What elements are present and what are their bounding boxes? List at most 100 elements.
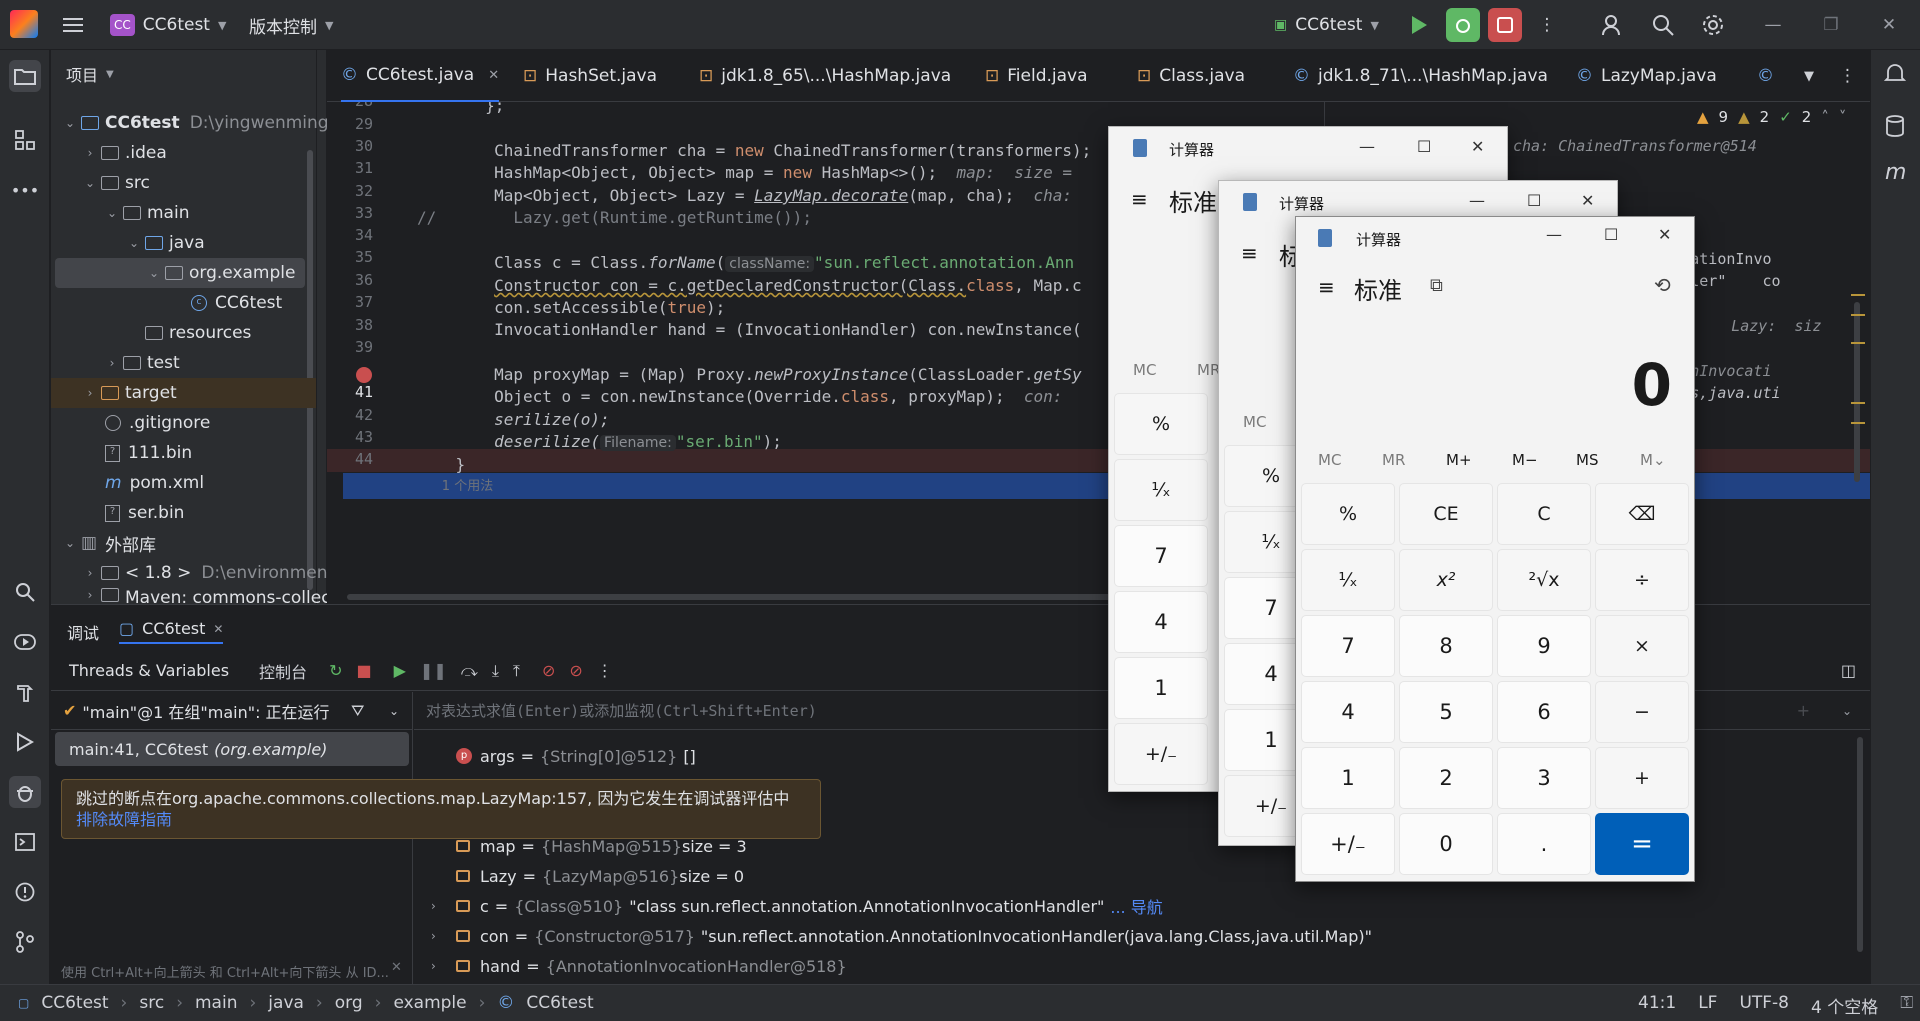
step-over-icon[interactable]: ⤼ [461,661,478,681]
sqrt-key[interactable]: ²√x [1497,549,1591,611]
indent-setting[interactable]: 4 个空格 [1811,993,1878,1018]
line-separator[interactable]: LF [1698,993,1717,1018]
evaluate-expression-input[interactable]: 对表达式求值(Enter)或添加监视(Ctrl+Shift+Enter) [426,700,817,721]
memory-button[interactable]: MC [1133,361,1156,379]
rerun-icon[interactable]: ↻ [329,661,342,680]
tab-hashmap-71[interactable]: © jdk1.8_71\...\HashMap.java [1293,50,1548,102]
breadcrumb-item[interactable]: CC6test [526,993,593,1013]
tree-item-main[interactable]: ⌄ main [101,198,190,228]
keep-on-top-icon[interactable]: ⧉ [1430,275,1443,296]
calc-key[interactable]: 1 [1114,657,1208,719]
tab-cc6test[interactable]: © CC6test.java ✕ [341,50,500,102]
debug-icon[interactable] [1446,8,1480,42]
add-key[interactable]: + [1595,747,1689,809]
memory-store-button[interactable]: MS [1576,451,1598,469]
square-key[interactable]: x² [1399,549,1493,611]
navigate-link[interactable]: ... 导航 [1110,894,1162,918]
thread-selector[interactable]: ✔ "main"@1 在组"main": 正在运行 ⛛ ⌄ [51,692,413,730]
tree-item-resources[interactable]: resources [145,318,251,348]
clear-entry-key[interactable]: CE [1399,483,1493,545]
project-panel-header[interactable]: 项目 ▼ [66,62,114,86]
tab-hashmap-65[interactable]: ⊡ jdk1.8_65\...\HashMap.java [699,50,951,102]
breadcrumb-item[interactable]: src [139,993,164,1013]
resume-icon[interactable]: ▶ [394,661,406,680]
threads-variables-tab[interactable]: Threads & Variables [69,661,229,680]
history-icon[interactable]: ⟲ [1654,273,1671,297]
inspections-widget[interactable]: ▲ 9 ▲ 2 ✓ 2 ˄ ˅ [1697,108,1846,126]
tree-item-src[interactable]: ⌄ src [79,168,150,198]
file-encoding[interactable]: UTF-8 [1739,993,1789,1018]
divide-key[interactable]: ÷ [1595,549,1689,611]
chevron-up-icon[interactable]: ˄ [1821,108,1829,126]
minimize-icon[interactable]: — [1758,10,1788,40]
calculator-titlebar[interactable]: 计算器 — ☐ ✕ [1296,217,1694,261]
close-icon[interactable]: ✕ [1658,225,1671,244]
memory-recall-button[interactable]: MR [1382,451,1405,469]
variable-row[interactable]: › hand = {AnnotationInvocationHandler@518… [431,951,847,981]
debug-tab-title[interactable]: 调试 [67,620,99,644]
minimize-icon[interactable]: — [1359,137,1375,156]
reciprocal-key[interactable]: ¹⁄ₓ [1301,549,1395,611]
calc-key[interactable]: % [1114,393,1208,455]
tree-item-gitignore[interactable]: .gitignore [105,408,210,438]
tab-lazymap[interactable]: © LazyMap.java [1576,50,1717,102]
console-tab[interactable]: 控制台 [259,659,307,683]
calc-key[interactable]: 7 [1114,525,1208,587]
breadcrumb-item[interactable]: CC6test [41,993,108,1013]
memory-button[interactable]: MC [1243,413,1266,431]
chevron-down-icon[interactable]: ⌄ [389,704,399,718]
minimize-icon[interactable]: — [1469,191,1485,210]
memory-clear-button[interactable]: MC [1318,451,1341,469]
more-actions-icon[interactable]: ⋮ [597,661,613,680]
project-scrollbar[interactable] [307,150,313,590]
close-icon[interactable]: ✕ [1874,10,1904,40]
tab-hashset[interactable]: ⊡ HashSet.java [523,50,657,102]
variable-row[interactable]: p args = {String[0]@512}[] [456,741,696,771]
tabs-dropdown-icon[interactable]: ▼ [1804,50,1814,102]
view-breakpoints-icon[interactable]: ⊘ [542,661,555,680]
maven-icon[interactable]: m [1885,160,1906,185]
expand-icon[interactable]: › [431,929,456,943]
add-watch-icon[interactable]: + [1797,701,1810,720]
hamburger-menu-icon[interactable]: ≡ [1131,187,1148,211]
run-tool-icon[interactable] [9,726,41,758]
step-into-icon[interactable]: ⤓ [492,661,499,681]
expand-icon[interactable]: › [431,899,456,913]
expand-icon[interactable]: › [431,959,456,973]
tab-field[interactable]: ⊡ Field.java [985,50,1088,102]
find-icon[interactable] [9,576,41,608]
breadcrumb-item[interactable]: java [268,993,304,1013]
variable-row[interactable]: › con = {Constructor@517} "sun.reflect.ann… [431,921,1372,951]
digit-0-key[interactable]: 0 [1399,813,1493,875]
tabs-more-icon[interactable]: ⋮ [1839,50,1856,102]
tree-item-idea[interactable]: › .idea [79,138,167,168]
maximize-icon[interactable]: ☐ [1604,225,1618,244]
breadcrumb[interactable]: ▢ CC6test › src › main › java › org › example… [18,993,594,1013]
breadcrumb-item[interactable]: main [195,993,237,1013]
percent-key[interactable]: % [1301,483,1395,545]
run-config-selector[interactable]: ▣ CC6test ▼ [1274,12,1379,38]
project-folder-icon[interactable] [9,60,41,92]
tree-item-pom[interactable]: m pom.xml [105,468,204,498]
mute-breakpoints-icon[interactable]: ⊘ [569,661,582,680]
more-actions-icon[interactable]: ⋮ [1532,10,1562,40]
problems-icon[interactable] [9,876,41,908]
tree-item-test[interactable]: › test [101,348,180,378]
notifications-bell-icon[interactable] [1883,62,1907,88]
stack-frame-row[interactable]: main:41, CC6test (org.example) [55,732,409,766]
calc-key[interactable]: ¹⁄ₓ [1114,459,1208,521]
filter-icon[interactable]: ⛛ [351,701,364,721]
terminal-icon[interactable] [9,826,41,858]
tree-item-org-example[interactable]: ⌄ org.example [55,258,305,288]
close-tab-icon[interactable]: ✕ [488,68,499,83]
hamburger-menu-icon[interactable]: ≡ [1241,241,1258,265]
services-icon[interactable] [9,626,41,658]
more-tools-icon[interactable]: ••• [9,174,41,206]
memory-add-button[interactable]: M+ [1446,451,1472,469]
database-icon[interactable] [1885,114,1905,142]
close-icon[interactable]: ✕ [1581,191,1594,210]
intellij-logo-icon[interactable] [10,10,38,38]
layout-icon[interactable]: ◫ [1841,661,1856,680]
variables-scrollbar[interactable] [1857,737,1863,952]
digit-2-key[interactable]: 2 [1399,747,1493,809]
